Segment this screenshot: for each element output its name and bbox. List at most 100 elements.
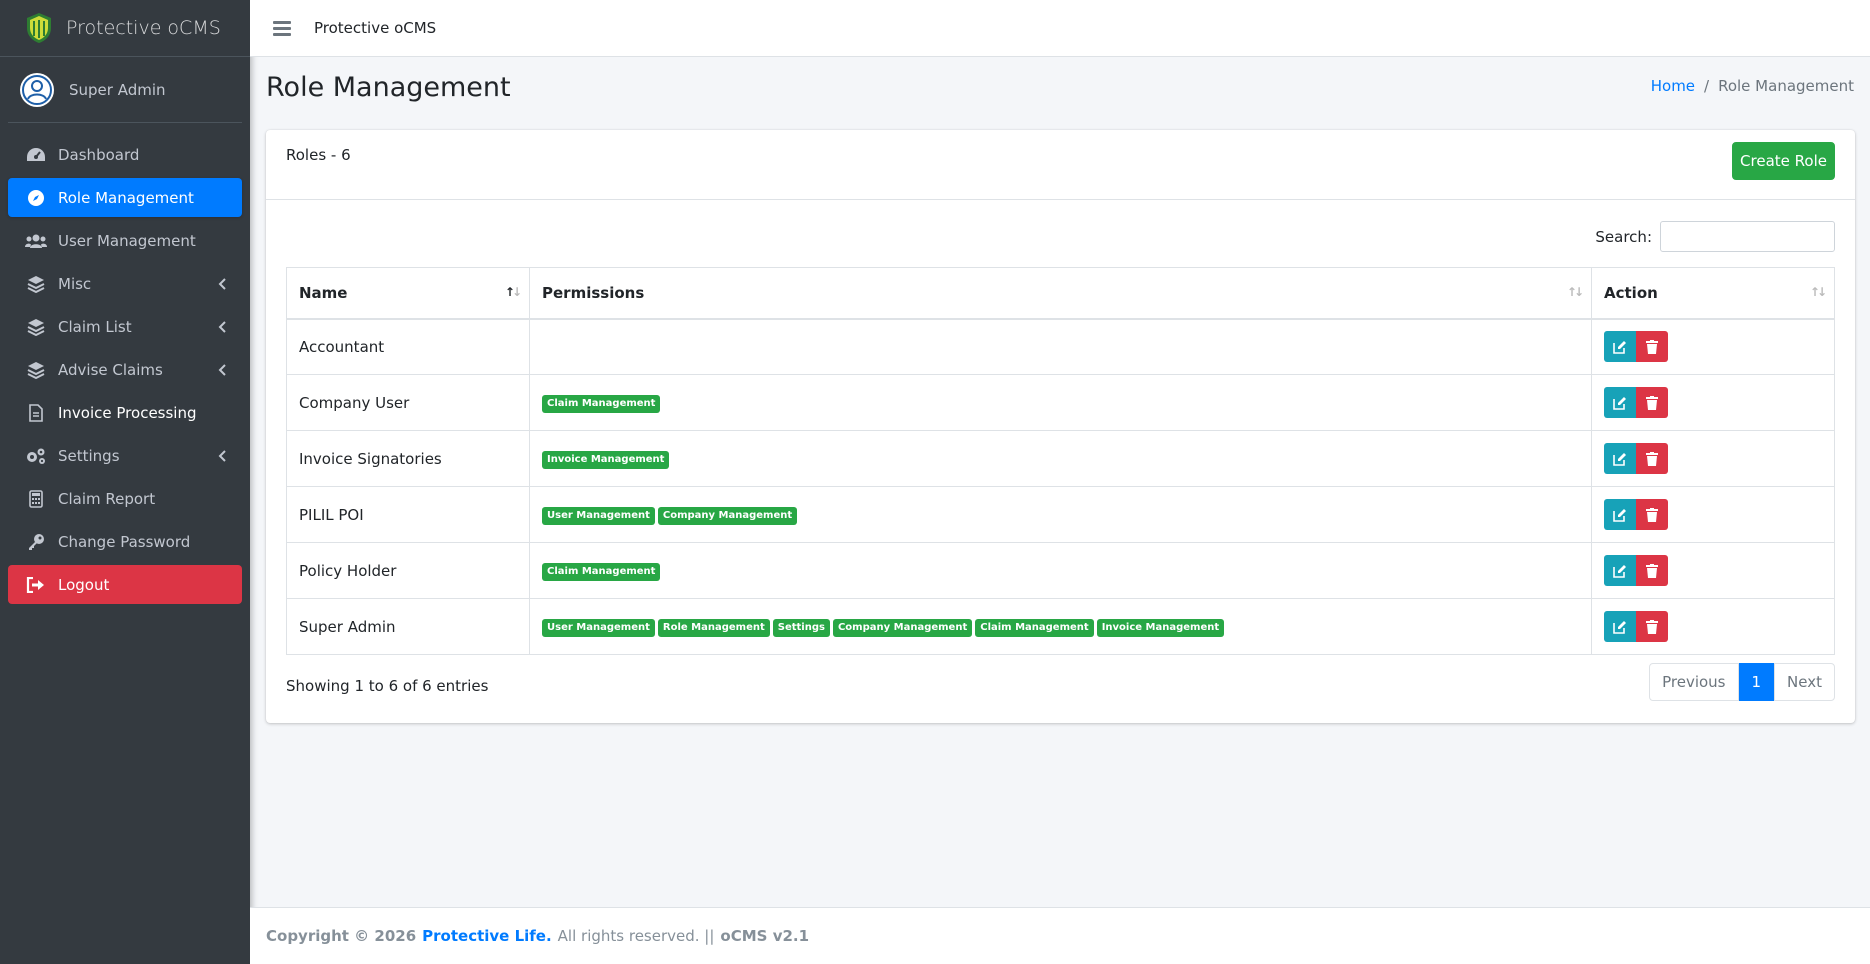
table-info: Showing 1 to 6 of 6 entries: [286, 677, 489, 695]
shield-logo-icon: [24, 12, 54, 44]
chevron-left-icon: [218, 362, 226, 380]
delete-button[interactable]: [1636, 387, 1668, 418]
sidebar-item-advise-claims[interactable]: Advise Claims: [8, 350, 242, 389]
action-cell: [1591, 318, 1835, 375]
permissions-cell: Claim Management: [529, 374, 1592, 431]
search-row: Search:: [1595, 221, 1835, 252]
permission-badge: Invoice Management: [542, 451, 670, 469]
role-name-cell: Accountant: [286, 318, 530, 375]
sidebar: Protective oCMS Super Admin Dashboard Ro…: [0, 0, 250, 964]
action-cell: [1591, 542, 1835, 599]
chevron-left-icon: [218, 276, 226, 294]
permission-badge: User Management: [542, 619, 655, 637]
action-cell: [1591, 430, 1835, 487]
trash-icon: [1646, 451, 1658, 466]
layers-icon: [25, 274, 47, 294]
edit-button[interactable]: [1604, 387, 1636, 418]
sidebar-item-label: Advise Claims: [58, 360, 163, 379]
permissions-cell: User Management Role Management Settings Co…: [529, 598, 1592, 655]
footer-rights: All rights reserved. ||: [557, 927, 715, 945]
edit-button[interactable]: [1604, 499, 1636, 530]
trash-icon: [1646, 339, 1658, 354]
chevron-left-icon: [218, 448, 226, 466]
user-panel[interactable]: Super Admin: [8, 57, 242, 123]
permissions-cell: User Management Company Management: [529, 486, 1592, 543]
trash-icon: [1646, 563, 1658, 578]
compass-icon: [25, 188, 47, 208]
footer-copyright: Copyright © 2026: [266, 927, 417, 945]
edit-icon: [1613, 620, 1627, 634]
page-title: Role Management: [266, 72, 511, 103]
edit-icon: [1613, 564, 1627, 578]
create-role-button[interactable]: Create Role: [1732, 142, 1835, 180]
sidebar-item-role-management[interactable]: Role Management: [8, 178, 242, 217]
roles-table: Name ↑↓ Permissions ↑↓ Action ↑↓ Account…: [286, 267, 1835, 655]
permission-badge: Claim Management: [542, 395, 661, 413]
permission-badge: Settings: [772, 619, 830, 637]
delete-button[interactable]: [1636, 611, 1668, 642]
sidebar-item-label: Claim List: [58, 317, 132, 336]
table-row: Company User Claim Management: [286, 374, 1835, 431]
sidebar-item-settings[interactable]: Settings: [8, 436, 242, 475]
sidebar-item-label: Misc: [58, 274, 92, 293]
column-header-name[interactable]: Name ↑↓: [286, 267, 530, 320]
menu-toggle-icon[interactable]: [273, 18, 291, 39]
delete-button[interactable]: [1636, 555, 1668, 586]
permission-badge: Invoice Management: [1096, 619, 1225, 637]
sidebar-item-dashboard[interactable]: Dashboard: [8, 135, 242, 174]
sort-icon: ↑↓: [1566, 285, 1584, 299]
edit-icon: [1613, 452, 1627, 466]
permissions-cell: [529, 318, 1592, 375]
edit-button[interactable]: [1604, 331, 1636, 363]
breadcrumb-separator: /: [1704, 77, 1710, 95]
top-navbar: Protective oCMS: [250, 0, 1870, 57]
sidebar-item-change-password[interactable]: Change Password: [8, 522, 242, 561]
table-row: PILIL POI User Management Company Manageme…: [286, 486, 1835, 543]
logout-button[interactable]: Logout: [8, 565, 242, 604]
role-name-cell: PILIL POI: [286, 486, 530, 543]
search-input[interactable]: [1660, 221, 1835, 252]
brand-name: Protective oCMS: [66, 17, 221, 39]
permissions-cell: Invoice Management: [529, 430, 1592, 487]
column-header-permissions[interactable]: Permissions ↑↓: [529, 267, 1592, 320]
table-header-row: Name ↑↓ Permissions ↑↓ Action ↑↓: [286, 267, 1835, 320]
pagination-page-1[interactable]: 1: [1738, 663, 1775, 701]
navbar-title[interactable]: Protective oCMS: [314, 19, 436, 37]
pagination: Previous 1 Next: [1649, 663, 1835, 701]
role-name-cell: Super Admin: [286, 598, 530, 655]
breadcrumb: Home / Role Management: [1651, 77, 1854, 95]
calculator-icon: [25, 489, 47, 509]
sort-ascending-icon: ↑↓: [504, 285, 522, 299]
column-header-label: Permissions: [542, 283, 645, 302]
footer-company-link[interactable]: Protective Life.: [422, 927, 552, 945]
sidebar-item-label: Invoice Processing: [58, 403, 197, 422]
delete-button[interactable]: [1636, 499, 1668, 530]
sidebar-item-claim-report[interactable]: Claim Report: [8, 479, 242, 518]
edit-button[interactable]: [1604, 443, 1636, 474]
role-name-cell: Policy Holder: [286, 542, 530, 599]
column-header-action[interactable]: Action ↑↓: [1591, 267, 1835, 320]
sidebar-item-claim-list[interactable]: Claim List: [8, 307, 242, 346]
trash-icon: [1646, 507, 1658, 522]
table-row: Invoice Signatories Invoice Management: [286, 430, 1835, 487]
column-header-label: Action: [1604, 283, 1658, 302]
delete-button[interactable]: [1636, 331, 1668, 363]
edit-button[interactable]: [1604, 611, 1636, 642]
sidebar-item-misc[interactable]: Misc: [8, 264, 242, 303]
edit-button[interactable]: [1604, 555, 1636, 586]
edit-icon: [1613, 508, 1627, 522]
permission-badge: Company Management: [832, 619, 973, 637]
action-cell: [1591, 486, 1835, 543]
brand-link[interactable]: Protective oCMS: [0, 0, 250, 57]
pagination-next[interactable]: Next: [1774, 663, 1835, 701]
sidebar-item-label: Settings: [58, 446, 120, 465]
sidebar-item-invoice-processing[interactable]: Invoice Processing: [8, 393, 242, 432]
column-header-label: Name: [299, 283, 348, 302]
table-row: Policy Holder Claim Management: [286, 542, 1835, 599]
edit-icon: [1613, 340, 1627, 354]
pagination-previous[interactable]: Previous: [1649, 663, 1739, 701]
sidebar-item-user-management[interactable]: User Management: [8, 221, 242, 260]
breadcrumb-home-link[interactable]: Home: [1651, 77, 1695, 95]
key-icon: [25, 532, 47, 552]
delete-button[interactable]: [1636, 443, 1668, 474]
